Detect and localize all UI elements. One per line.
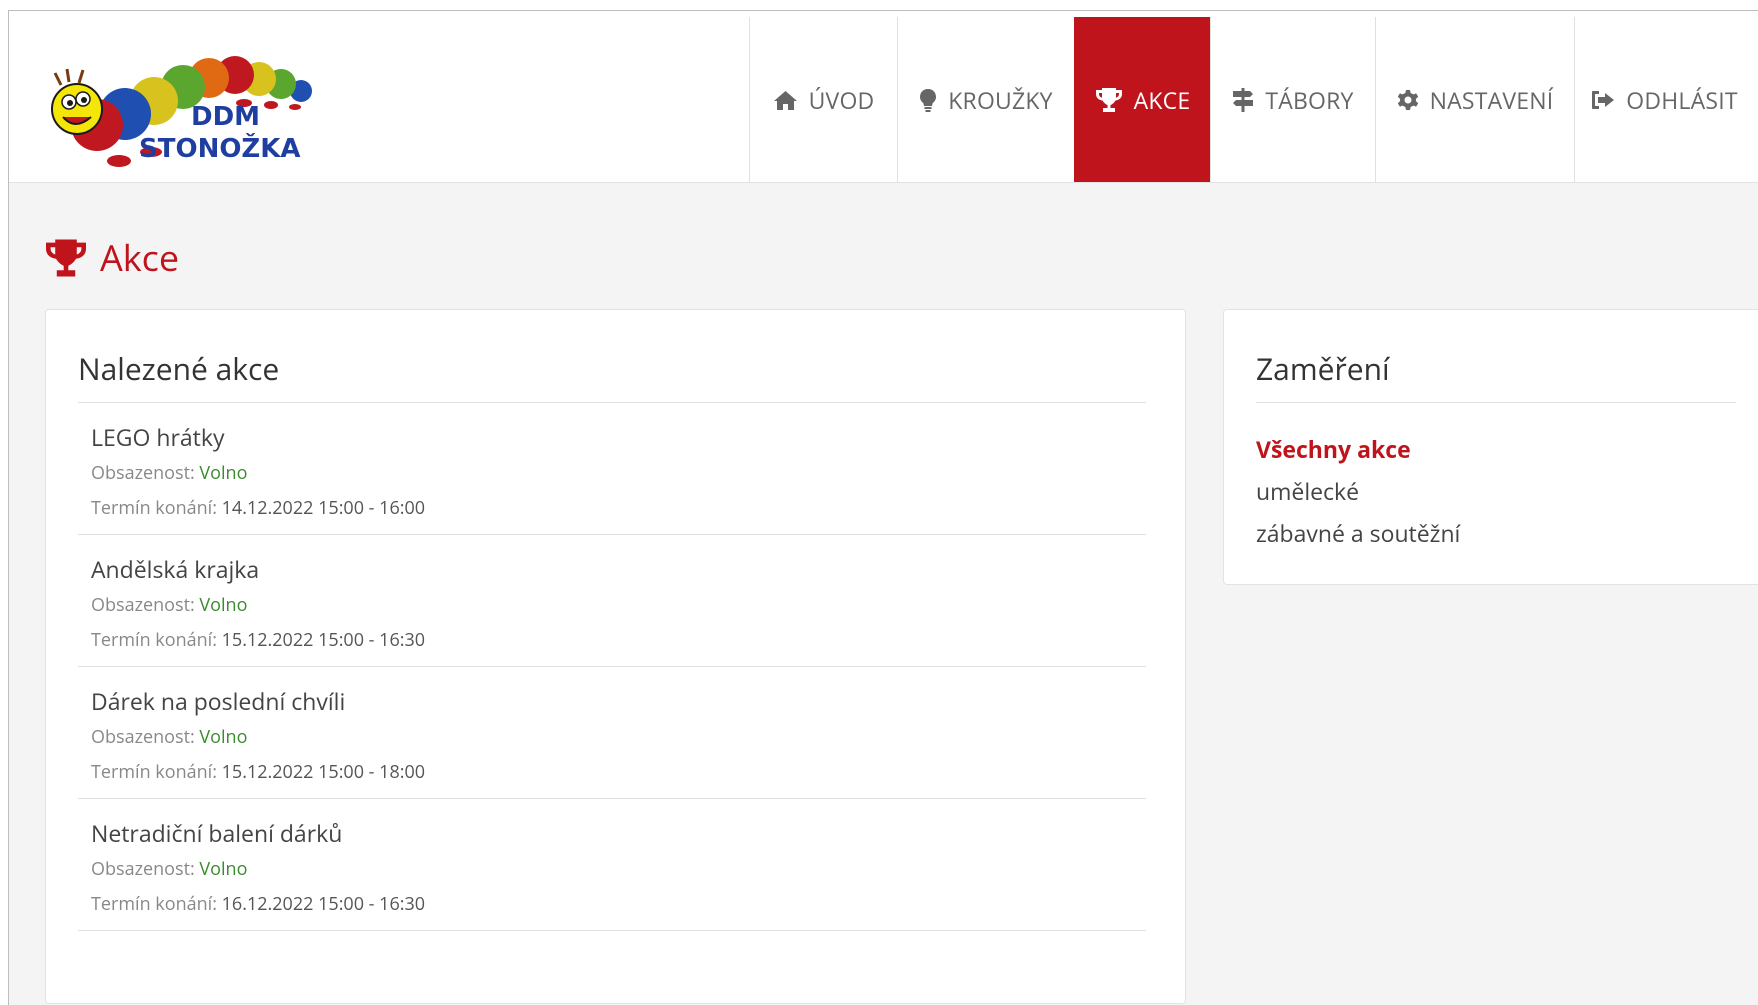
page-title: Akce — [44, 233, 179, 282]
events-panel-heading: Nalezené akce — [78, 348, 280, 389]
event-date: Termín konání: 16.12.2022 15:00 - 16:30 — [91, 892, 426, 916]
event-date-value: 15.12.2022 15:00 - 16:30 — [221, 628, 426, 652]
app-frame: DDM STONOŽKA ÚVOD KROUŽKY AKCE TÁBORY NA… — [8, 10, 1758, 1005]
svg-text:DDM: DDM — [191, 102, 260, 132]
nav-item-odhlasit[interactable]: ODHLÁSIT — [1574, 17, 1754, 182]
event-item[interactable]: Andělská krajka Obsazenost: Volno Termín… — [78, 535, 1146, 667]
event-title[interactable]: Dárek na poslední chvíli — [91, 685, 345, 717]
svg-text:STONOŽKA: STONOŽKA — [139, 132, 301, 164]
event-item[interactable]: Netradiční balení dárků Obsazenost: Voln… — [78, 799, 1146, 931]
nav-item-label: TÁBORY — [1265, 83, 1354, 116]
occupancy-status: Volno — [199, 725, 248, 749]
ddm-stonozka-logo[interactable]: DDM STONOŽKA — [39, 39, 339, 169]
event-occupancy: Obsazenost: Volno — [91, 857, 248, 881]
occupancy-status: Volno — [199, 461, 248, 485]
event-date: Termín konání: 15.12.2022 15:00 - 16:30 — [91, 628, 426, 652]
category-umelecke[interactable]: umělecké — [1256, 475, 1359, 507]
category-zabavne[interactable]: zábavné a soutěžní — [1256, 517, 1460, 549]
nav-item-label: ODHLÁSIT — [1626, 83, 1738, 116]
signpost-icon — [1232, 87, 1254, 112]
event-date: Termín konání: 14.12.2022 15:00 - 16:00 — [91, 496, 426, 520]
event-occupancy: Obsazenost: Volno — [91, 461, 248, 485]
event-title[interactable]: Netradiční balení dárků — [91, 817, 342, 849]
occupancy-status: Volno — [199, 593, 248, 617]
event-date: Termín konání: 15.12.2022 15:00 - 18:00 — [91, 760, 426, 784]
nav-item-label: ÚVOD — [808, 83, 875, 116]
nav-item-label: KROUŽKY — [948, 83, 1053, 116]
event-date-value: 14.12.2022 15:00 - 16:00 — [221, 496, 426, 520]
event-date-value: 15.12.2022 15:00 - 18:00 — [221, 760, 426, 784]
nav-item-uvod[interactable]: ÚVOD — [749, 17, 897, 182]
nav-item-akce[interactable]: AKCE — [1074, 17, 1210, 182]
category-all[interactable]: Všechny akce — [1256, 433, 1411, 465]
focus-panel-heading: Zaměření — [1256, 348, 1390, 389]
trophy-icon — [1095, 87, 1123, 113]
event-title[interactable]: Andělská krajka — [91, 553, 259, 585]
event-occupancy: Obsazenost: Volno — [91, 593, 248, 617]
focus-panel: Zaměření Všechny akce umělecké zábavné a… — [1223, 309, 1758, 585]
divider — [1256, 402, 1736, 403]
nav-item-tabory[interactable]: TÁBORY — [1210, 17, 1375, 182]
page-title-text: Akce — [100, 233, 180, 282]
nav-item-krouzky[interactable]: KROUŽKY — [897, 17, 1074, 182]
lightbulb-icon — [919, 88, 937, 112]
trophy-icon — [44, 238, 88, 278]
gear-icon — [1397, 89, 1419, 111]
event-title[interactable]: LEGO hrátky — [91, 421, 224, 453]
event-occupancy: Obsazenost: Volno — [91, 725, 248, 749]
header: DDM STONOŽKA ÚVOD KROUŽKY AKCE TÁBORY NA… — [9, 11, 1758, 183]
main-nav: ÚVOD KROUŽKY AKCE TÁBORY NASTAVENÍ ODHLÁ… — [749, 17, 1754, 182]
event-date-value: 16.12.2022 15:00 - 16:30 — [221, 892, 426, 916]
event-item[interactable]: LEGO hrátky Obsazenost: Volno Termín kon… — [78, 403, 1146, 535]
event-item[interactable]: Dárek na poslední chvíli Obsazenost: Vol… — [78, 667, 1146, 799]
sign-out-icon — [1591, 90, 1615, 110]
occupancy-status: Volno — [199, 857, 248, 881]
nav-item-nastaveni[interactable]: NASTAVENÍ — [1375, 17, 1574, 182]
events-panel: Nalezené akce LEGO hrátky Obsazenost: Vo… — [45, 309, 1186, 1004]
home-icon — [773, 89, 798, 111]
nav-item-label: NASTAVENÍ — [1429, 83, 1554, 116]
nav-item-label: AKCE — [1133, 83, 1191, 116]
